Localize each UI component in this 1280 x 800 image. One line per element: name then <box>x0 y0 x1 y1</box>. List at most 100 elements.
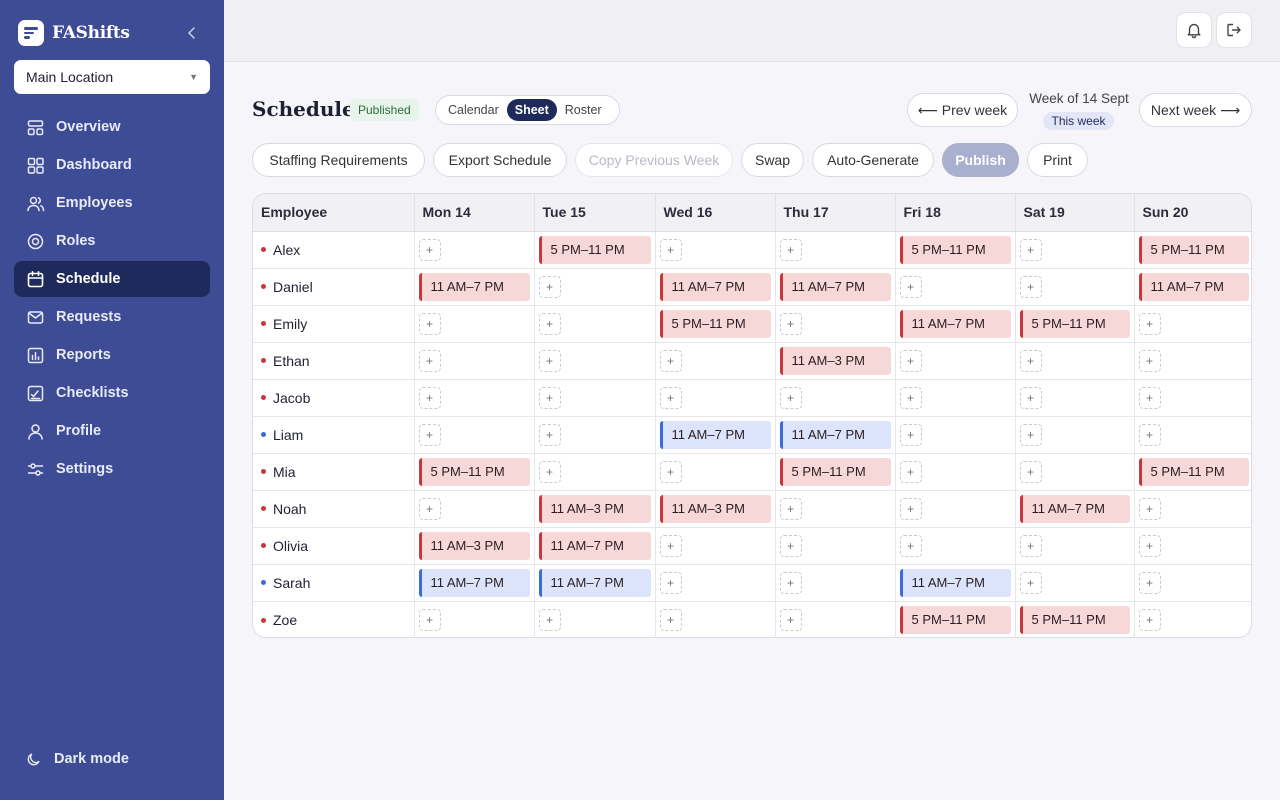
add-shift-button[interactable]: + <box>1138 534 1161 557</box>
add-shift-button[interactable]: + <box>1138 608 1161 631</box>
shift-block[interactable]: 11 AM–7 PM <box>418 272 530 301</box>
view-sheet[interactable]: Sheet <box>506 99 557 121</box>
add-shift-button[interactable]: + <box>1138 349 1161 372</box>
add-shift-button[interactable]: + <box>418 238 441 261</box>
shift-block[interactable]: 11 AM–7 PM <box>418 568 530 597</box>
add-shift-button[interactable]: + <box>1019 571 1042 594</box>
add-shift-button[interactable]: + <box>538 349 561 372</box>
add-shift-button[interactable]: + <box>899 275 922 298</box>
add-shift-button[interactable]: + <box>538 386 561 409</box>
add-shift-button[interactable]: + <box>538 312 561 335</box>
add-shift-button[interactable]: + <box>659 386 682 409</box>
add-shift-button[interactable]: + <box>1019 349 1042 372</box>
add-shift-button[interactable]: + <box>659 238 682 261</box>
shift-block[interactable]: 5 PM–11 PM <box>1019 309 1130 338</box>
add-shift-button[interactable]: + <box>779 608 802 631</box>
add-shift-button[interactable]: + <box>899 386 922 409</box>
add-shift-button[interactable]: + <box>899 423 922 446</box>
shift-block[interactable]: 11 AM–7 PM <box>659 272 771 301</box>
add-shift-button[interactable]: + <box>1138 497 1161 520</box>
add-shift-button[interactable]: + <box>659 460 682 483</box>
sidebar-item-overview[interactable]: Overview <box>14 109 210 145</box>
add-shift-button[interactable]: + <box>899 349 922 372</box>
shift-block[interactable]: 11 AM–7 PM <box>779 420 891 449</box>
add-shift-button[interactable]: + <box>1019 238 1042 261</box>
sidebar-item-checklists[interactable]: Checklists <box>14 375 210 411</box>
add-shift-button[interactable]: + <box>538 423 561 446</box>
shift-block[interactable]: 5 PM–11 PM <box>1138 457 1249 486</box>
view-calendar[interactable]: Calendar <box>440 99 507 121</box>
add-shift-button[interactable]: + <box>779 386 802 409</box>
add-shift-button[interactable]: + <box>538 275 561 298</box>
add-shift-button[interactable]: + <box>538 460 561 483</box>
add-shift-button[interactable]: + <box>1138 423 1161 446</box>
add-shift-button[interactable]: + <box>1019 423 1042 446</box>
shift-block[interactable]: 11 AM–3 PM <box>418 531 530 560</box>
add-shift-button[interactable]: + <box>899 460 922 483</box>
shift-block[interactable]: 11 AM–7 PM <box>779 272 891 301</box>
add-shift-button[interactable]: + <box>899 497 922 520</box>
add-shift-button[interactable]: + <box>779 497 802 520</box>
sidebar-item-roles[interactable]: Roles <box>14 223 210 259</box>
shift-block[interactable]: 5 PM–11 PM <box>1019 605 1130 634</box>
add-shift-button[interactable]: + <box>418 386 441 409</box>
add-shift-button[interactable]: + <box>779 571 802 594</box>
shift-block[interactable]: 5 PM–11 PM <box>1138 235 1249 264</box>
sidebar-item-settings[interactable]: Settings <box>14 451 210 487</box>
add-shift-button[interactable]: + <box>418 608 441 631</box>
add-shift-button[interactable]: + <box>418 349 441 372</box>
shift-block[interactable]: 5 PM–11 PM <box>899 235 1011 264</box>
add-shift-button[interactable]: + <box>899 534 922 557</box>
next-week-button[interactable]: Next week ⟶ <box>1139 93 1252 127</box>
shift-block[interactable]: 11 AM–7 PM <box>1019 494 1130 523</box>
this-week-badge[interactable]: This week <box>1043 112 1114 130</box>
print-button[interactable]: Print <box>1027 143 1088 177</box>
add-shift-button[interactable]: + <box>1138 312 1161 335</box>
add-shift-button[interactable]: + <box>418 497 441 520</box>
add-shift-button[interactable]: + <box>1019 275 1042 298</box>
dark-mode-toggle[interactable]: Dark mode <box>26 751 129 767</box>
shift-block[interactable]: 11 AM–7 PM <box>1138 272 1249 301</box>
shift-block[interactable]: 11 AM–3 PM <box>779 346 891 375</box>
sidebar-item-dashboard[interactable]: Dashboard <box>14 147 210 183</box>
shift-block[interactable]: 11 AM–7 PM <box>899 309 1011 338</box>
notifications-button[interactable] <box>1176 12 1212 48</box>
add-shift-button[interactable]: + <box>1138 571 1161 594</box>
collapse-sidebar-button[interactable] <box>182 22 202 44</box>
shift-block[interactable]: 11 AM–7 PM <box>659 420 771 449</box>
add-shift-button[interactable]: + <box>1019 460 1042 483</box>
add-shift-button[interactable]: + <box>779 534 802 557</box>
sidebar-item-employees[interactable]: Employees <box>14 185 210 221</box>
view-roster[interactable]: Roster <box>557 99 610 121</box>
add-shift-button[interactable]: + <box>418 423 441 446</box>
add-shift-button[interactable]: + <box>1019 534 1042 557</box>
auto-generate-button[interactable]: Auto-Generate <box>812 143 934 177</box>
add-shift-button[interactable]: + <box>659 571 682 594</box>
add-shift-button[interactable]: + <box>1138 386 1161 409</box>
add-shift-button[interactable]: + <box>538 608 561 631</box>
shift-block[interactable]: 5 PM–11 PM <box>779 457 891 486</box>
sidebar-item-requests[interactable]: Requests <box>14 299 210 335</box>
shift-block[interactable]: 5 PM–11 PM <box>418 457 530 486</box>
publish-button[interactable]: Publish <box>942 143 1019 177</box>
add-shift-button[interactable]: + <box>659 608 682 631</box>
shift-block[interactable]: 11 AM–3 PM <box>659 494 771 523</box>
add-shift-button[interactable]: + <box>418 312 441 335</box>
shift-block[interactable]: 5 PM–11 PM <box>659 309 771 338</box>
location-select[interactable]: Main Location ▼ <box>14 60 210 94</box>
sidebar-item-profile[interactable]: Profile <box>14 413 210 449</box>
export-schedule-button[interactable]: Export Schedule <box>433 143 567 177</box>
add-shift-button[interactable]: + <box>659 534 682 557</box>
add-shift-button[interactable]: + <box>779 238 802 261</box>
add-shift-button[interactable]: + <box>1019 386 1042 409</box>
sidebar-item-reports[interactable]: Reports <box>14 337 210 373</box>
shift-block[interactable]: 11 AM–7 PM <box>899 568 1011 597</box>
logout-button[interactable] <box>1216 12 1252 48</box>
add-shift-button[interactable]: + <box>659 349 682 372</box>
prev-week-button[interactable]: ⟵ Prev week <box>907 93 1018 127</box>
shift-block[interactable]: 5 PM–11 PM <box>538 235 651 264</box>
copy-previous-week-button[interactable]: Copy Previous Week <box>575 143 733 177</box>
staffing-requirements-button[interactable]: Staffing Requirements <box>252 143 425 177</box>
shift-block[interactable]: 11 AM–7 PM <box>538 568 651 597</box>
shift-block[interactable]: 5 PM–11 PM <box>899 605 1011 634</box>
